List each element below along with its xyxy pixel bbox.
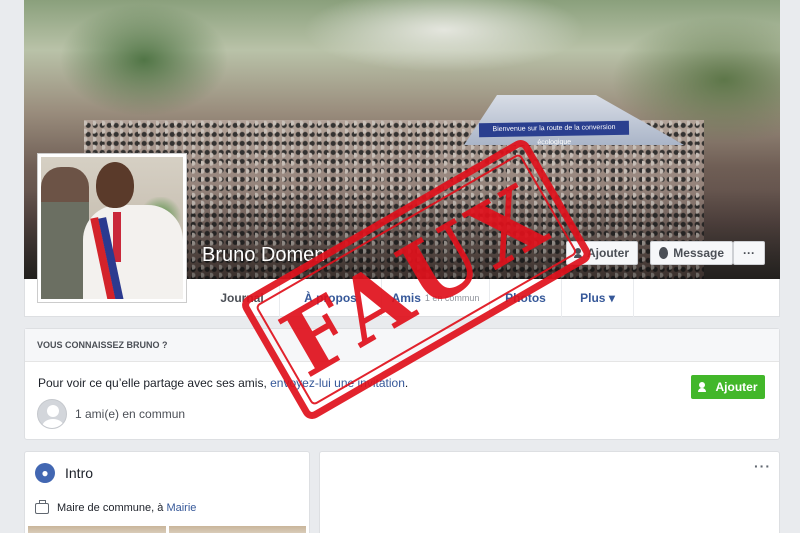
add-friend-icon: [697, 382, 711, 392]
cover-banner: Bienvenue sur la route de la conversion …: [478, 120, 630, 146]
add-friend-label: Ajouter: [587, 246, 629, 260]
more-options-button[interactable]: ···: [733, 241, 765, 265]
mairie-link[interactable]: Mairie: [166, 502, 196, 514]
post-card: ···: [319, 451, 780, 533]
more-options-icon: ···: [743, 246, 755, 260]
profile-photo: [41, 157, 183, 299]
messenger-icon: [659, 247, 669, 259]
mutual-friends-label: 1 ami(e) en commun: [75, 407, 186, 421]
message-label: Message: [673, 246, 724, 260]
briefcase-icon: [35, 499, 49, 514]
intro-title: Intro: [65, 465, 94, 481]
intro-job: Maire de commune, à Mairie: [35, 499, 196, 514]
tab-plus[interactable]: Plus ▾: [562, 279, 634, 317]
intro-card: ● Intro Maire de commune, à Mairie: [24, 451, 310, 533]
add-friend-green-button[interactable]: Ajouter: [691, 375, 765, 399]
avatar: [37, 399, 67, 429]
globe-icon: ●: [35, 463, 55, 483]
intro-photo[interactable]: [168, 526, 306, 533]
mutual-friends[interactable]: 1 ami(e) en commun: [37, 399, 185, 429]
post-more-icon[interactable]: ···: [754, 458, 771, 474]
intro-header: ● Intro: [35, 463, 93, 483]
profile-picture[interactable]: [37, 153, 187, 303]
intro-photo[interactable]: [28, 526, 166, 533]
intro-photos[interactable]: [28, 526, 306, 533]
message-button[interactable]: Message: [650, 241, 733, 265]
